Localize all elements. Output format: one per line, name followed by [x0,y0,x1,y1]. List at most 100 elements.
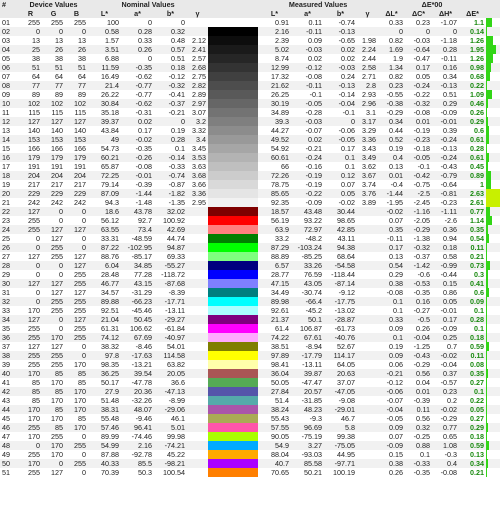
color-swatch-fill [208,171,259,180]
index-cell: 04 [0,45,19,54]
nominal-l-cell: 6.04 [88,261,121,270]
nominal-gamma-cell: 2.89 [187,90,209,99]
delta-h-cell: 0.7 [432,342,460,351]
g-cell: 127 [42,117,65,126]
index-cell: 48 [0,441,19,450]
delta-e-bar-fill [486,126,490,135]
r-cell: 127 [19,117,42,126]
color-swatch [208,27,259,36]
nominal-gamma-cell: 2.82 [187,81,209,90]
measured-l-cell: 28.77 [258,270,292,279]
delta-e-bar-fill [486,180,492,189]
delta-h-cell: 0.28 [432,45,460,54]
measured-gamma-cell [357,342,379,351]
nominal-a-cell: 48.07 [121,405,154,414]
delta-e-cell: 2.61 [459,198,487,207]
delta-h-cell: 0.16 [432,63,460,72]
measured-b-cell: 30.44 [324,207,358,216]
g-cell: 255 [42,432,65,441]
index-cell: 45 [0,414,19,423]
delta-c-cell: -1.42 [405,261,433,270]
g-cell: 170 [42,441,65,450]
r-cell: 255 [19,423,42,432]
color-swatch-fill [208,414,259,423]
table-row: 05 38 38 38 6.88 0 0.51 2.57 8.74 0.02 0.02 2.44 1.9… [0,54,500,63]
measured-b-cell: -0.02 [324,198,358,207]
measured-l-cell: 92.35 [258,198,292,207]
nominal-gamma-cell [187,225,209,234]
g-cell: 255 [42,297,65,306]
nominal-l-cell: 70.39 [88,468,121,477]
index-cell: 36 [0,333,19,342]
delta-l-cell: 1.34 [378,63,406,72]
delta-e-cell: 0.18 [459,432,487,441]
delta-c-cell: -0.19 [405,126,433,135]
delta-e-cell: 1.26 [459,36,487,45]
table-row: 21 242 242 242 94.3 -1.48 -1.35 2.95 92.35 -0.09-… [0,198,500,207]
measured-gamma-cell: 3.62 [357,162,379,171]
r-cell: 170 [19,414,42,423]
delta-h-cell: 1.08 [432,441,460,450]
measured-gamma-cell [357,279,379,288]
color-swatch [208,207,259,216]
color-swatch-fill [208,207,259,216]
index-cell: 19 [0,180,19,189]
measured-a-cell: 76.59 [291,270,325,279]
measured-l-cell: 61.4 [258,324,292,333]
nominal-b-cell: 0 [154,117,187,126]
delta-e-cell: 0.59 [459,342,487,351]
nominal-l-cell: 1.57 [88,36,121,45]
r-cell: 255 [19,216,42,225]
g-cell: 255 [42,243,65,252]
delta-e-cell: 0.22 [459,81,487,90]
color-swatch [208,459,259,468]
b-cell: 255 [65,333,88,342]
color-swatch [208,387,259,396]
index-cell: 21 [0,198,19,207]
color-swatch-fill [208,54,259,63]
r-cell: 255 [19,225,42,234]
measured-gamma-subheader: γ [357,9,379,18]
color-swatch-fill [208,63,259,72]
delta-l-cell: 0.09 [378,351,406,360]
delta-e-bar [486,207,500,216]
delta-h-cell: -0.23 [432,198,460,207]
measured-a-cell: 67.61 [291,333,325,342]
nominal-gamma-cell [187,288,209,297]
delta-e-bar [486,378,500,387]
delta-h-cell: -0.43 [432,162,460,171]
delta-e-bar [486,90,500,99]
measured-a-cell: -0.21 [291,144,325,153]
nominal-l-cell: 100 [88,18,121,27]
measured-a-cell: -47.47 [291,378,325,387]
r-cell: 191 [19,162,42,171]
delta-l-cell: 0.06 [378,360,406,369]
measured-l-cell: 60.61 [258,153,292,162]
measured-l-cell: 34.49 [258,288,292,297]
measured-l-cell: 47.15 [258,279,292,288]
delta-e-bar-fill [486,225,488,234]
nominal-gamma-cell [187,405,209,414]
measured-a-cell: -0.24 [291,153,325,162]
nominal-l-cell: 74.12 [88,333,121,342]
delta-e-bar [486,216,500,225]
delta-e-bar-fill [486,207,491,216]
measured-b-cell: -0.03 [324,63,358,72]
nominal-l-cell: 3.51 [88,45,121,54]
delta-e-bar [486,279,500,288]
color-swatch [208,378,259,387]
delta-l-cell: 0.54 [378,261,406,270]
index-cell: 10 [0,99,19,108]
delta-e-bar-fill [486,279,489,288]
nominal-l-cell: 16.49 [88,72,121,81]
nominal-a-cell: 77.28 [121,270,154,279]
nominal-a-cell: 0.17 [121,126,154,135]
measured-gamma-cell [357,252,379,261]
delta-e-cell: 1.1 [459,18,487,27]
measured-a-cell: -17.79 [291,351,325,360]
measured-b-cell: 5.8 [324,423,358,432]
nominal-gamma-cell [187,378,209,387]
delta-c-cell: 0.16 [405,297,433,306]
color-swatch-fill [208,306,259,315]
nominal-a-cell: -0.39 [121,180,154,189]
